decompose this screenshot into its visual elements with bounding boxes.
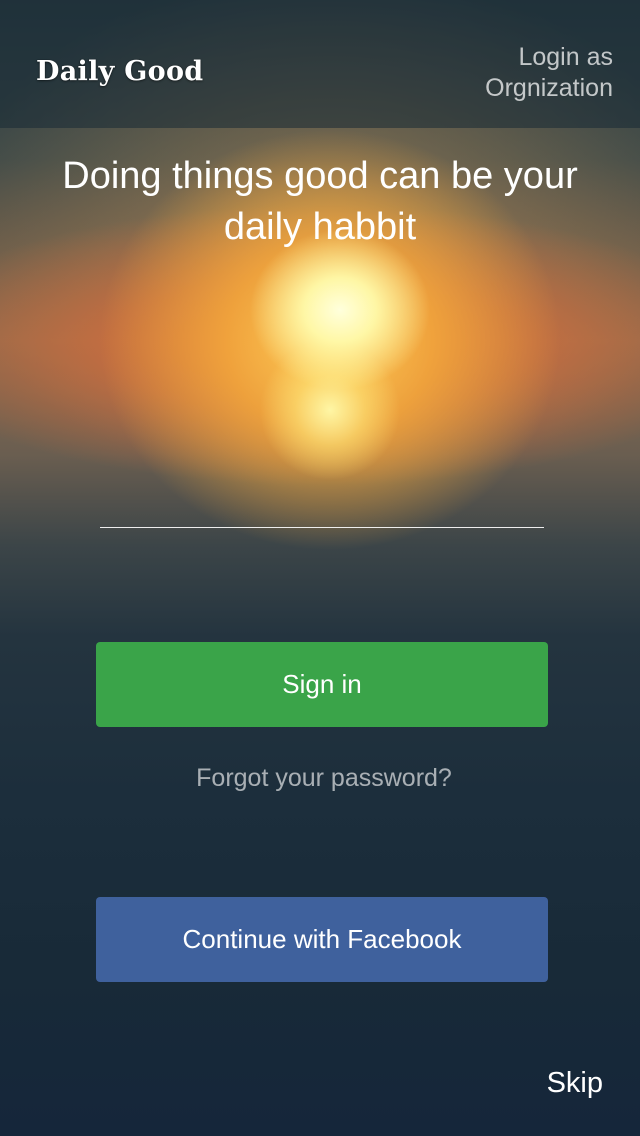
top-bar: Daily Good Login as Orgnization: [0, 0, 640, 128]
login-as-organization-link[interactable]: Login as Orgnization: [433, 42, 613, 104]
app-logo: Daily Good: [36, 56, 204, 87]
tagline-line1: Doing things good can be your: [62, 155, 578, 197]
tagline: Doing things good can be your daily habb…: [20, 151, 620, 253]
org-login-line2: Orgnization: [485, 74, 613, 102]
credential-input[interactable]: [100, 487, 544, 528]
tagline-line2: daily habbit: [223, 206, 417, 248]
sign-in-label: Sign in: [282, 669, 362, 699]
forgot-password-link[interactable]: Forgot your password?: [0, 764, 640, 793]
sign-in-button[interactable]: Sign in: [96, 642, 548, 727]
facebook-label: Continue with Facebook: [182, 924, 462, 954]
continue-with-facebook-button[interactable]: Continue with Facebook: [96, 897, 548, 982]
skip-button[interactable]: Skip: [547, 1067, 603, 1100]
org-login-line1: Login as: [518, 43, 613, 71]
